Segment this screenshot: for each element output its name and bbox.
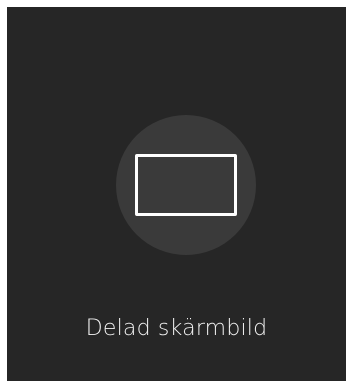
screen-frame-icon	[135, 154, 237, 216]
tile-label: Delad skärmbild	[85, 316, 268, 341]
screen-mirroring-tile[interactable]: Delad skärmbild	[7, 7, 346, 381]
icon-circle	[116, 115, 256, 255]
